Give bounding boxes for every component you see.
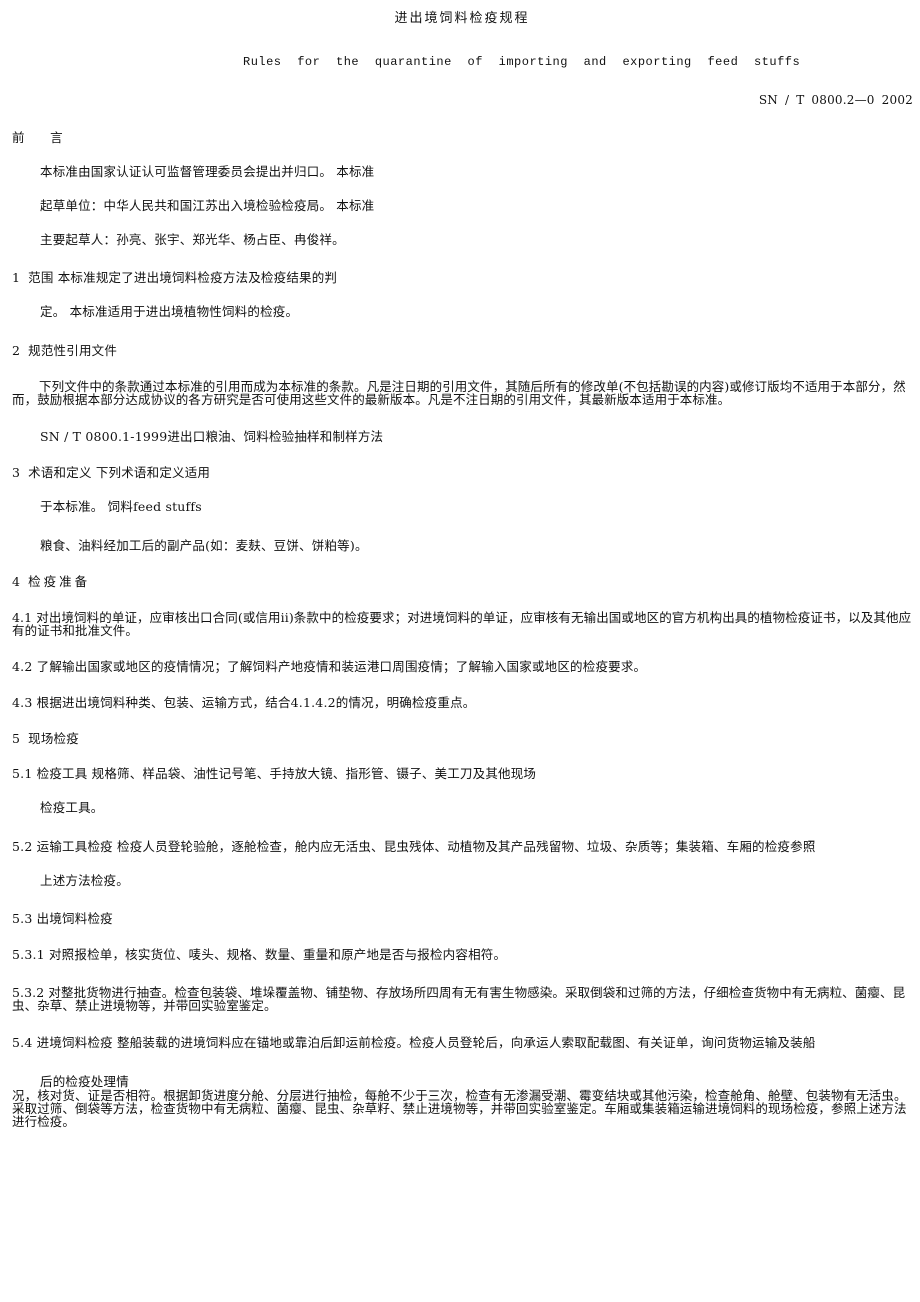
section-5-2-continuation: 上述方法检疫。	[40, 873, 129, 888]
section-4-title: 检疫准备	[28, 574, 91, 589]
section-5-3: 5.3 出境饲料检疫	[12, 911, 113, 926]
section-number: 5	[12, 731, 21, 746]
section-4-3: 4.3 根据进出境饲料种类、包装、运输方式，结合4.1.4.2的情况，明确检疫重…	[12, 695, 476, 710]
foreword-line-1: 本标准由国家认证认可监督管理委员会提出并归口。 本标准	[40, 164, 375, 179]
section-1-text: 范围 本标准规定了进出境饲料检疫方法及检疫结果的判	[28, 270, 338, 285]
section-5-1-continuation: 检疫工具。	[40, 800, 104, 815]
section-3-text: 术语和定义 下列术语和定义适用	[28, 465, 211, 480]
normative-reference: SN / T 0800.1-1999进出口粮油、饲料检验抽样和制样方法	[40, 429, 384, 444]
section-1-continuation: 定。 本标准适用于进出境植物性饲料的检疫。	[40, 304, 299, 319]
section-5-4: 5.4 进境饲料检疫 整船装载的进境饲料应在锚地或靠泊后卸运前检疫。检疫人员登轮…	[12, 1035, 816, 1050]
section-5-3-1: 5.3.1 对照报检单，核实货位、唛头、规格、数量、重量和原产地是否与报检内容相…	[12, 947, 507, 962]
section-3-heading: 3 术语和定义 下列术语和定义适用	[12, 466, 210, 480]
section-3-continuation-1: 于本标准。 饲料feed stuffs	[40, 499, 202, 514]
section-5-heading: 5 现场检疫	[12, 732, 79, 746]
foreword-line-3: 主要起草人：孙亮、张宇、郑光华、杨占臣、冉俊祥。	[40, 232, 345, 247]
document-subtitle: Rules for the quarantine of importing an…	[243, 55, 801, 69]
section-5-2: 5.2 运输工具检疫 检疫人员登轮验舱，逐舱检查，舱内应无活虫、昆虫残体、动植物…	[12, 839, 816, 854]
foreword-line-2: 起草单位：中华人民共和国江苏出入境检验检疫局。 本标准	[40, 198, 375, 213]
section-4-1: 4.1 对出境饲料的单证，应审核出口合同(或信用ii)条款中的检疫要求；对进境饲…	[12, 610, 912, 638]
section-2-title: 规范性引用文件	[28, 343, 118, 358]
section-5-4-paragraph: 况，核对货、证是否相符。根据卸货进度分舱、分层进行抽检，每舱不少于三次，检查有无…	[12, 1088, 907, 1129]
foreword-heading: 前 言	[12, 130, 63, 145]
section-5-3-2: 5.3.2 对整批货物进行抽查。检查包装袋、堆垛覆盖物、铺垫物、存放场所四周有无…	[12, 985, 906, 1013]
section-4-2: 4.2 了解输出国家或地区的疫情情况；了解饲料产地疫情和装运港口周围疫情；了解输…	[12, 659, 647, 674]
section-2-heading: 2 规范性引用文件	[12, 344, 117, 358]
section-number: 4	[12, 574, 21, 589]
section-number: 3	[12, 465, 21, 480]
section-number: 2	[12, 343, 21, 358]
document-title: 进出境饲料检疫规程	[394, 11, 530, 26]
section-4-heading: 4 检疫准备	[12, 575, 90, 589]
section-5-title: 现场检疫	[28, 731, 79, 746]
section-number: 1	[12, 270, 21, 285]
section-5-1: 5.1 检疫工具 规格筛、样品袋、油性记号笔、手持放大镜、指形管、镊子、美工刀及…	[12, 766, 537, 781]
standard-code: SN / T 0800.2—0 2002	[758, 93, 913, 107]
section-5-4-continuation: 后的检疫处理情	[40, 1074, 129, 1089]
section-3-continuation-2: 粮食、油料经加工后的副产品(如：麦麸、豆饼、饼粕等)。	[40, 538, 368, 553]
section-1-heading: 1 范围 本标准规定了进出境饲料检疫方法及检疫结果的判	[12, 271, 337, 285]
section-2-paragraph: 下列文件中的条款通过本标准的引用而成为本标准的条款。凡是注日期的引用文件，其随后…	[12, 379, 906, 407]
